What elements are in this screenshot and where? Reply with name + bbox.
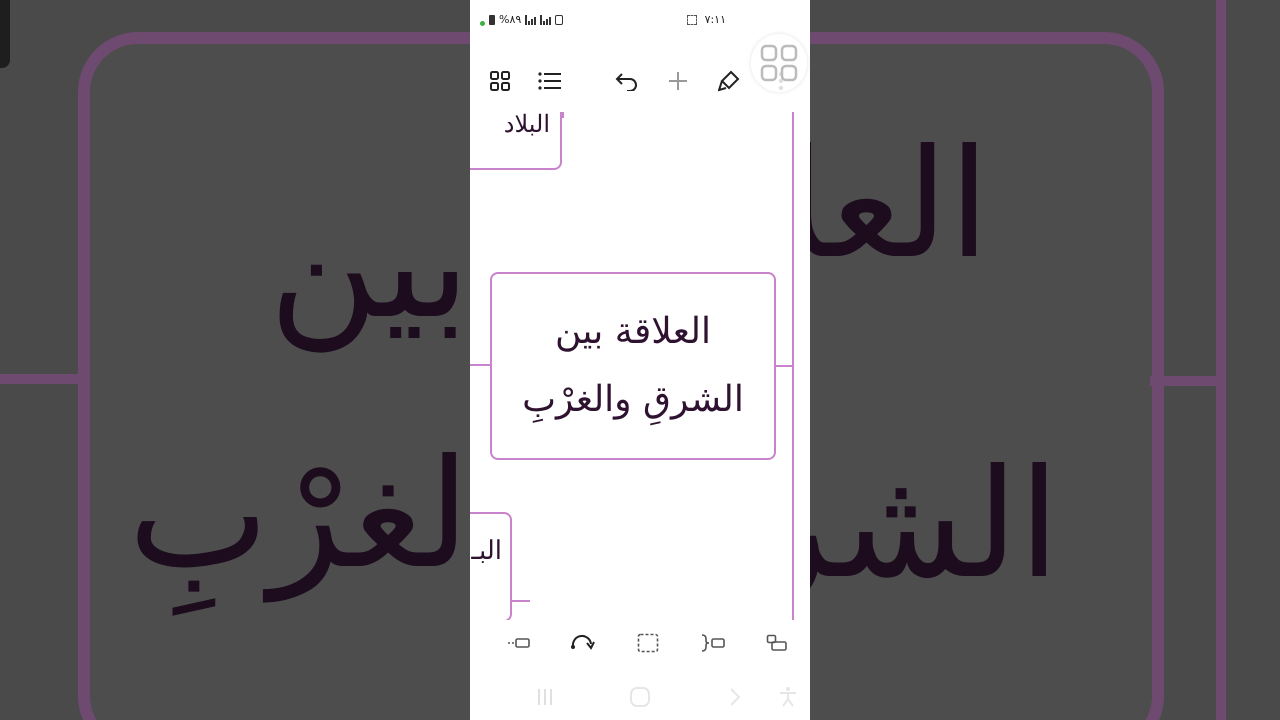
grid-view-button[interactable] [485,66,515,96]
battery-percent: %٨٩ [499,13,522,26]
add-button[interactable] [663,66,693,96]
branch-connector-left [470,364,490,366]
add-summary-button[interactable] [698,628,728,658]
undo-button[interactable] [612,66,642,96]
back-button[interactable] [722,684,748,710]
undo-icon [615,73,637,91]
bg-node-frame [78,32,470,720]
bg-vertical-line [1216,0,1226,720]
floating-apps-button[interactable] [751,34,807,92]
status-bar: %٨٩ ٧:١١ [470,0,810,40]
grid-icon [490,71,510,91]
screen-record-icon [686,14,697,25]
topic-node-top-text: البلاد [503,112,550,138]
add-sibling-icon [508,638,530,648]
branch-connector-vertical [792,112,794,620]
add-sibling-button[interactable] [504,628,534,658]
add-icon [669,72,687,90]
central-topic-line1: العلاقة بين [554,310,712,352]
notification-dot [480,20,485,26]
branch-connector-bottom [512,600,530,602]
bg-connector-right [1150,376,1220,386]
list-icon [538,72,561,90]
accessibility-button[interactable] [775,684,801,710]
bg-left-panel: بين لغرْبِ [0,0,470,720]
central-topic-line2: الشرقِ والغرْبِ [522,379,744,420]
style-brush-icon [718,70,740,92]
select-frame-button[interactable] [633,628,663,658]
signal-icon-2 [540,14,552,25]
bg-text-right-line2: الشر [810,438,1060,612]
branch-connector-top [562,112,564,118]
bg-connector [0,374,80,384]
phone-screen: %٨٩ ٧:١١ البلاد العلاقة بين الشرقِ والغر… [470,0,810,720]
topic-node-bottom[interactable]: البـ [470,512,512,620]
branch-connector-main [776,365,792,367]
add-bracket-icon [701,634,725,652]
redo-icon [571,635,595,650]
back-icon [730,688,741,706]
accessibility-icon [780,687,796,707]
bg-text-right-line1: العلا [810,118,990,292]
edit-toolbar [470,620,810,666]
mindmap-canvas[interactable]: البلاد العلاقة بين الشرقِ والغرْبِ البـ [470,112,810,620]
recent-apps-icon [538,689,552,705]
status-right-group: ٧:١١ [686,13,726,26]
topic-node-bottom-text: البـ [471,536,502,566]
home-icon [630,687,650,707]
status-left-group: %٨٩ [480,13,564,26]
recent-apps-button[interactable] [532,684,558,710]
central-topic-node[interactable]: العلاقة بين الشرقِ والغرْبِ [490,272,776,460]
add-child-button[interactable] [762,628,792,658]
outline-view-button[interactable] [535,66,565,96]
home-button[interactable] [627,684,653,710]
bg-text-line2: لغرْبِ [127,428,470,602]
system-nav-bar [470,672,810,720]
battery-icon [489,14,495,25]
redo-button[interactable] [568,628,598,658]
vpn-icon [555,14,564,25]
bg-right-panel: العلا الشر [810,0,1280,720]
add-child-icon [766,634,787,651]
style-button[interactable] [714,66,744,96]
clock: ٧:١١ [704,13,726,26]
topic-node-top[interactable]: البلاد [470,112,562,170]
select-frame-icon [637,633,659,653]
signal-icon [525,14,537,25]
bg-text-line1: بين [268,178,470,352]
apps-overlay-icon [760,44,798,82]
